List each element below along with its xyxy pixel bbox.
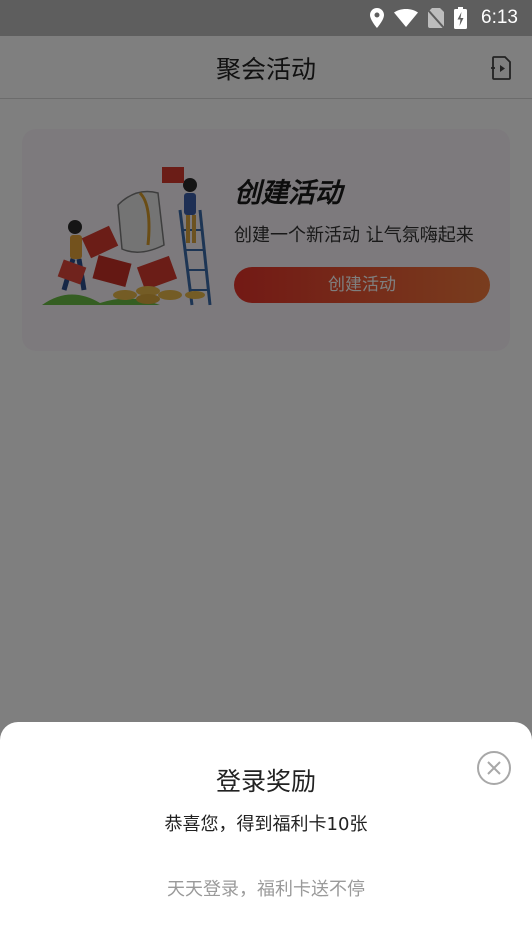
dialog-title: 登录奖励 (215, 767, 316, 796)
no-sim-icon (428, 8, 445, 28)
login-reward-dialog: 登录奖励 恭喜您，得到福利卡10张 天天登录，福利卡送不停 (0, 722, 532, 952)
battery-charging-icon (454, 7, 468, 29)
close-circle-icon[interactable] (477, 751, 511, 785)
dialog-footer-text: 天天登录，福利卡送不停 (167, 879, 365, 900)
dialog-message: 恭喜您，得到福利卡10张 (164, 814, 368, 835)
status-bar: 6:13 (0, 0, 532, 36)
wifi-icon (394, 9, 419, 27)
location-icon (370, 8, 385, 28)
status-time: 6:13 (481, 7, 518, 28)
